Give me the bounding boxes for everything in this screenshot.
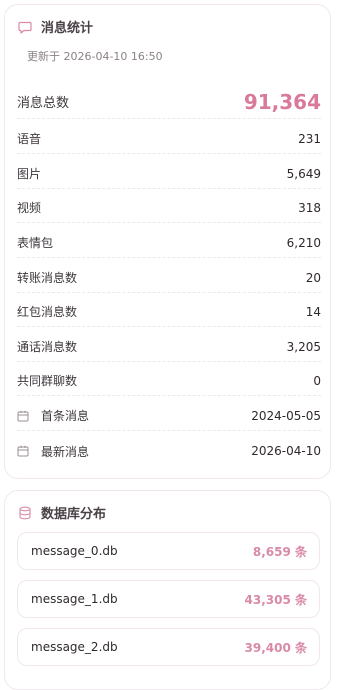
- chat-bubble-icon: [18, 20, 32, 34]
- db-item[interactable]: message_2.db 39,400 条: [17, 628, 320, 666]
- stat-label: 表情包: [17, 236, 54, 250]
- stat-row-video: 视频 318: [17, 193, 321, 223]
- updated-timestamp: 更新于 2026-04-10 16:50: [27, 50, 163, 63]
- stat-value: 20: [305, 270, 321, 285]
- stat-row-sticker: 表情包 6,210: [17, 228, 321, 258]
- first-message-label: 首条消息: [41, 409, 90, 423]
- stat-label: 通话消息数: [17, 340, 78, 354]
- stat-label: 红包消息数: [17, 305, 78, 319]
- message-stats-card: 消息统计 更新于 2026-04-10 16:50 消息总数 91,364 语音…: [4, 4, 331, 479]
- calendar-icon: [17, 410, 29, 422]
- calendar-icon: [17, 445, 29, 457]
- database-icon: [18, 506, 32, 520]
- stat-row-transfer: 转账消息数 20: [17, 263, 321, 293]
- first-message-date: 2024-05-05: [251, 408, 321, 423]
- first-message-row: 首条消息 2024-05-05: [17, 401, 321, 431]
- total-value: 91,364: [243, 89, 321, 114]
- stat-value: 14: [305, 304, 321, 319]
- stat-value: 318: [298, 200, 321, 215]
- stat-value: 0: [313, 373, 321, 388]
- stat-row-image: 图片 5,649: [17, 159, 321, 189]
- stats-title: 消息统计: [41, 21, 94, 36]
- stat-value: 3,205: [286, 339, 321, 354]
- total-messages-row: 消息总数 91,364: [17, 85, 321, 119]
- database-distribution-card: 数据库分布 message_0.db 8,659 条 message_1.db …: [4, 490, 331, 690]
- last-message-row: 最新消息 2026-04-10: [17, 436, 321, 466]
- stat-row-voice: 语音 231: [17, 124, 321, 154]
- stat-row-call: 通话消息数 3,205: [17, 332, 321, 362]
- stat-row-common-groups: 共同群聊数 0: [17, 366, 321, 396]
- stats-header: 消息统计: [18, 17, 93, 36]
- stat-label: 共同群聊数: [17, 374, 78, 388]
- db-header: 数据库分布: [18, 503, 106, 522]
- db-name: message_1.db: [31, 592, 118, 606]
- stat-value: 5,649: [286, 166, 321, 181]
- last-message-date: 2026-04-10: [251, 444, 321, 458]
- stat-label: 转账消息数: [17, 271, 78, 285]
- db-count: 8,659 条: [252, 544, 307, 559]
- db-item[interactable]: message_0.db 8,659 条: [17, 532, 320, 570]
- stat-value: 231: [298, 131, 321, 146]
- last-message-label: 最新消息: [41, 444, 90, 459]
- stat-label: 语音: [17, 132, 42, 146]
- db-count: 39,400 条: [244, 640, 308, 655]
- stat-label: 图片: [17, 167, 42, 181]
- db-name: message_0.db: [31, 544, 118, 558]
- db-name: message_2.db: [31, 640, 118, 654]
- stat-label: 视频: [17, 201, 42, 215]
- stat-value: 6,210: [286, 235, 321, 250]
- db-item[interactable]: message_1.db 43,305 条: [17, 580, 320, 618]
- stat-row-red-packet: 红包消息数 14: [17, 297, 321, 327]
- total-label: 消息总数: [17, 96, 70, 111]
- db-count: 43,305 条: [244, 592, 308, 607]
- db-title: 数据库分布: [41, 507, 107, 522]
